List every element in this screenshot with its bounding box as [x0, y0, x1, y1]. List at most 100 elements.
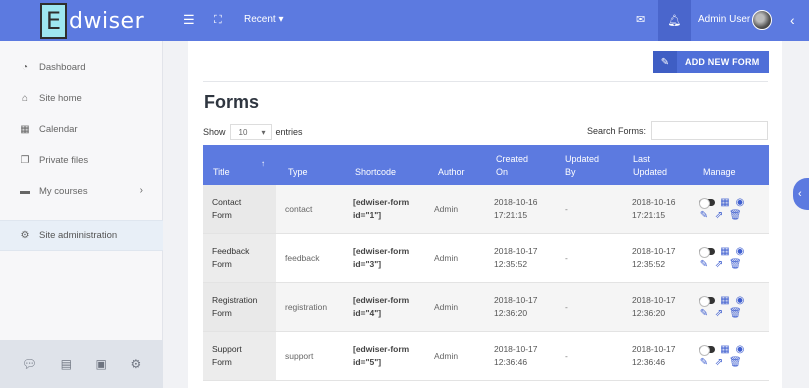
user-name[interactable]: Admin User: [698, 14, 750, 25]
column-header-shortcode[interactable]: Shortcode: [355, 145, 396, 185]
eye-icon[interactable]: ◉: [735, 295, 745, 306]
column-header-title[interactable]: Title: [213, 145, 230, 185]
enable-toggle[interactable]: [699, 198, 715, 209]
sidebar-item-label: Dashboard: [39, 62, 86, 73]
tachometer-icon: ◔: [21, 62, 29, 73]
cell-title: Registration Form: [203, 283, 276, 331]
header-label: Manage: [703, 167, 736, 177]
caret-down-icon: ▾: [261, 127, 266, 137]
time-line: 12:36:46: [494, 357, 528, 367]
date-line: 2018-10-17: [494, 246, 538, 256]
table-icon[interactable]: ▦: [720, 197, 730, 208]
header-label: Created: [496, 154, 529, 164]
notifications-button[interactable]: 🔔︎: [658, 0, 691, 41]
trash-icon[interactable]: 🗑︎: [729, 210, 742, 221]
column-header-last-updated[interactable]: Last Updated: [633, 145, 667, 185]
brand-logo[interactable]: E dwiser: [40, 3, 144, 39]
cell-manage: ▦ ◉ ✎ ⇗ 🗑︎: [699, 332, 759, 380]
calendar-icon: ▦: [20, 124, 30, 135]
hamburger-icon[interactable]: ☰: [183, 12, 195, 28]
comments-icon[interactable]: 💬︎: [22, 357, 37, 371]
table-icon[interactable]: ▦: [720, 246, 730, 257]
chevron-left-icon[interactable]: ‹: [790, 12, 795, 28]
column-header-created-on[interactable]: Created On: [496, 145, 528, 185]
table-icon[interactable]: ▦: [720, 344, 730, 355]
enable-toggle[interactable]: [699, 345, 715, 356]
enable-toggle[interactable]: [699, 247, 715, 258]
archive-icon: ▬: [20, 186, 30, 197]
main-content: ✎ ADD NEW FORM Forms Show 10 ▾ entries S…: [188, 41, 782, 388]
files-icon: ❐: [20, 155, 30, 166]
cell-type: contact: [285, 203, 313, 214]
eye-icon[interactable]: ◉: [735, 246, 745, 257]
sidebar-item-label: Calendar: [39, 124, 78, 135]
time-line: 17:21:15: [632, 210, 666, 220]
trash-icon[interactable]: 🗑︎: [729, 308, 742, 319]
cell-author: Admin: [434, 203, 459, 214]
cell-type: feedback: [285, 252, 320, 263]
bell-icon: 🔔︎: [667, 15, 682, 27]
edit-icon[interactable]: ✎: [699, 357, 709, 368]
envelope-icon[interactable]: ✉: [636, 12, 645, 28]
cell-author: Admin: [434, 350, 459, 361]
cell-last-updated: 2018-10-16 17:21:15: [632, 185, 675, 233]
date-line: 2018-10-17: [494, 344, 538, 354]
recent-dropdown[interactable]: Recent ▾: [244, 14, 283, 25]
share-icon[interactable]: ⇗: [714, 259, 724, 270]
title-line: Form: [212, 308, 232, 318]
shortcode-line: id="4"]: [353, 308, 382, 318]
eye-icon[interactable]: ◉: [735, 197, 745, 208]
shortcode-line: id="3"]: [353, 259, 382, 269]
cell-last-updated: 2018-10-17 12:35:52: [632, 234, 675, 282]
sidebar-item-calendar[interactable]: ▦ Calendar: [0, 114, 163, 145]
search-input[interactable]: [651, 121, 768, 140]
edit-icon[interactable]: ✎: [699, 308, 709, 319]
sidebar-item-private-files[interactable]: ❐ Private files: [0, 145, 163, 176]
sidebar-item-dashboard[interactable]: ◔ Dashboard: [0, 52, 163, 83]
archive-icon[interactable]: ▣: [96, 357, 107, 371]
file-icon[interactable]: ▤: [61, 357, 72, 371]
cell-shortcode: [edwiser-form id="3"]: [353, 234, 409, 282]
sidebar-item-my-courses[interactable]: ▬ My courses ›: [0, 176, 163, 207]
share-icon[interactable]: ⇗: [714, 357, 724, 368]
title-line: Form: [212, 210, 232, 220]
cell-title: Support Form: [203, 332, 276, 380]
add-new-form-button[interactable]: ✎ ADD NEW FORM: [653, 51, 769, 73]
table-header: Title ↑ Type Shortcode Author Created On…: [203, 145, 769, 185]
sidebar-item-site-home[interactable]: ⌂ Site home: [0, 83, 163, 114]
share-icon[interactable]: ⇗: [714, 210, 724, 221]
date-line: 2018-10-17: [632, 344, 676, 354]
header-label: Updated: [633, 167, 668, 177]
date-line: 2018-10-17: [494, 295, 538, 305]
eye-icon[interactable]: ◉: [735, 344, 745, 355]
title-line: Support: [212, 344, 242, 354]
entries-select-value: 10: [238, 127, 248, 137]
share-icon[interactable]: ⇗: [714, 308, 724, 319]
drawer-toggle[interactable]: ‹: [793, 178, 809, 210]
avatar[interactable]: [752, 10, 772, 30]
column-header-author[interactable]: Author: [438, 145, 465, 185]
chevron-right-icon: ›: [139, 185, 143, 196]
shortcode-line: [edwiser-form: [353, 197, 410, 207]
sort-asc-icon: ↑: [261, 159, 265, 168]
entries-select[interactable]: 10 ▾: [229, 124, 272, 140]
edit-icon[interactable]: ✎: [699, 210, 709, 221]
trash-icon[interactable]: 🗑︎: [729, 259, 742, 270]
enable-toggle[interactable]: [699, 296, 715, 307]
cell-title: Contact Form: [203, 185, 276, 233]
cogs-icon[interactable]: ⚙: [130, 357, 141, 371]
cell-updated-by: -: [565, 252, 568, 263]
column-header-type[interactable]: Type: [288, 145, 308, 185]
column-header-updated-by[interactable]: Updated By: [565, 145, 599, 185]
edit-icon[interactable]: ✎: [699, 259, 709, 270]
sidebar-item-label: Private files: [39, 155, 89, 166]
cell-title: Feedback Form: [203, 234, 276, 282]
sidebar-item-site-administration[interactable]: ⚙ Site administration: [0, 220, 163, 251]
cell-updated-by: -: [565, 350, 568, 361]
expand-icon[interactable]: ⛶: [214, 12, 222, 28]
table-icon[interactable]: ▦: [720, 295, 730, 306]
sidebar-item-label: Site home: [39, 93, 82, 104]
cell-shortcode: [edwiser-form id="4"]: [353, 283, 409, 331]
show-label: Show: [203, 127, 226, 137]
trash-icon[interactable]: 🗑︎: [729, 357, 742, 368]
